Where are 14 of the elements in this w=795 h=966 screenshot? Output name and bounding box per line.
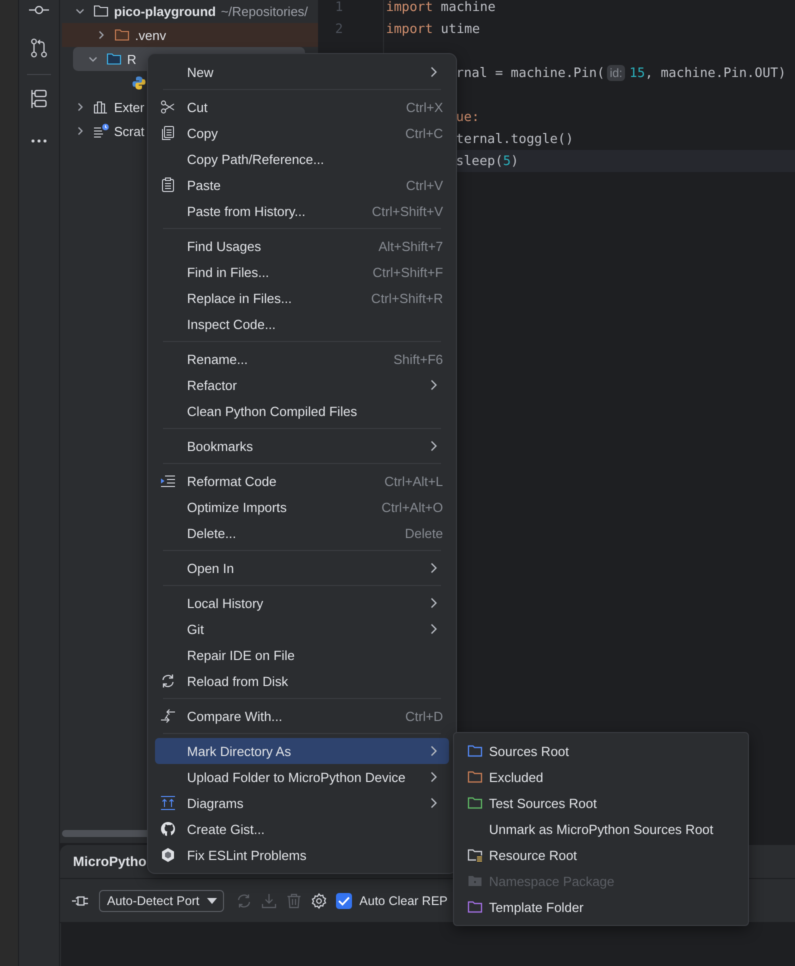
- panel-title: MicroPytho: [73, 854, 147, 869]
- code-line: ue:: [456, 110, 480, 124]
- code-line: import machine: [386, 0, 496, 14]
- tree-label: R: [127, 52, 136, 66]
- tree-label: .venv: [135, 28, 166, 42]
- tree-label: Scrat: [114, 124, 144, 138]
- code-line: import utime: [386, 22, 480, 36]
- code-line: sleep(5): [456, 154, 519, 168]
- code-line: ternal.toggle(): [456, 132, 574, 146]
- tree-label: Exter: [114, 100, 144, 114]
- checkbox-label: Auto Clear REP: [359, 894, 448, 908]
- path-text: ~/Repositories/: [220, 4, 308, 18]
- tree-label: pico-playground: [114, 4, 216, 18]
- code-line: rnal = machine.Pin( id: 15, machine.Pin.OUT): [456, 66, 786, 80]
